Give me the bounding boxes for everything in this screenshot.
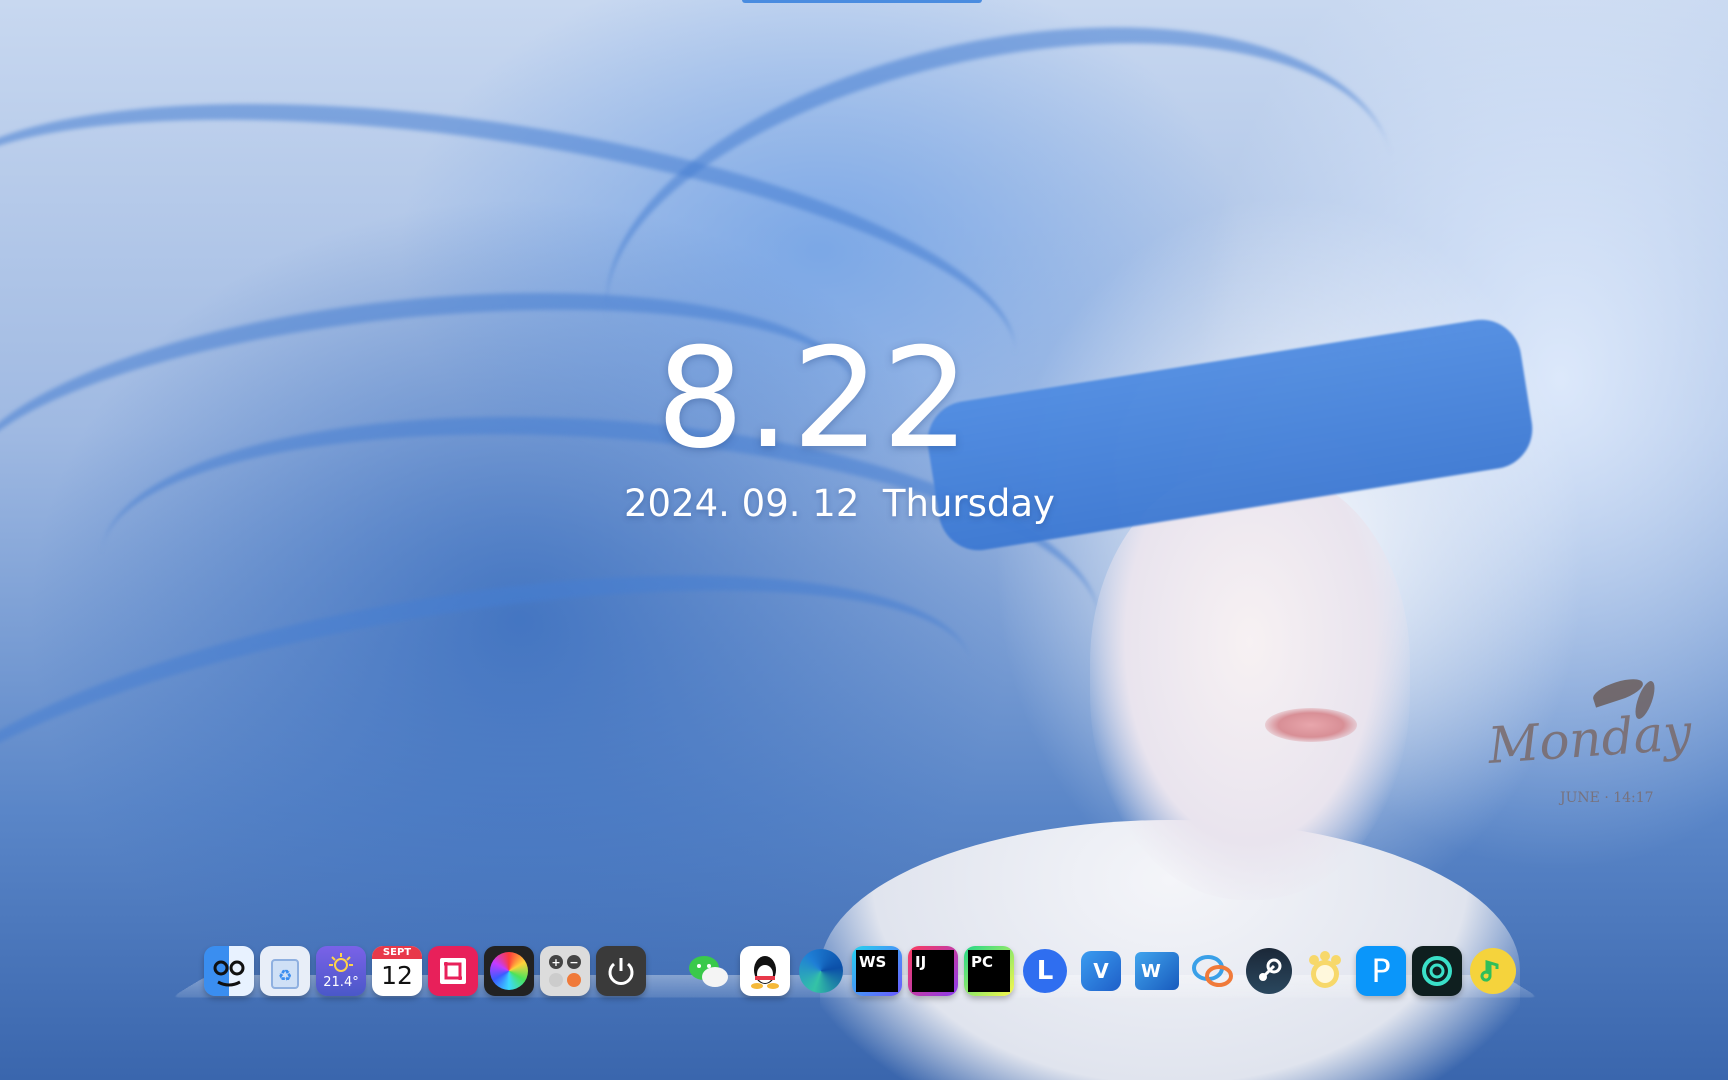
- widget-subtitle: JUNE · 14:17: [1560, 790, 1654, 806]
- svg-text:+: +: [551, 956, 560, 969]
- lark-label: L: [1036, 956, 1054, 986]
- lark-icon[interactable]: L: [1020, 946, 1070, 996]
- chat-icon[interactable]: [1188, 946, 1238, 996]
- clock-date: 2024. 09. 12 Thursday: [624, 482, 1055, 525]
- lips: [1265, 708, 1357, 742]
- dock: ♻ 21.4° SEPT 12 + − WS IJ PC L V W P: [204, 946, 1524, 1002]
- color-wheel-icon[interactable]: [484, 946, 534, 996]
- day-widget: Monday JUNE · 14:17: [1480, 674, 1693, 810]
- pixiv-label: P: [1371, 952, 1391, 990]
- qq-music-icon[interactable]: [1468, 946, 1518, 996]
- pycharm-icon[interactable]: PC: [964, 946, 1014, 996]
- wechat-icon[interactable]: [684, 946, 734, 996]
- crop-icon[interactable]: [428, 946, 478, 996]
- svg-text:−: −: [569, 956, 578, 969]
- word-label: W: [1141, 960, 1161, 982]
- chatgpt-icon[interactable]: [1412, 946, 1462, 996]
- pixiv-icon[interactable]: P: [1356, 946, 1406, 996]
- baidu-netdisk-icon[interactable]: [1300, 946, 1350, 996]
- svg-text:♻: ♻: [278, 966, 292, 985]
- wallpaper: [0, 0, 1728, 1080]
- face: [1090, 470, 1410, 900]
- finder-icon[interactable]: [204, 946, 254, 996]
- vscode-icon[interactable]: V: [1076, 946, 1126, 996]
- edge-icon[interactable]: [796, 946, 846, 996]
- intellij-icon[interactable]: IJ: [908, 946, 958, 996]
- calendar-day: 12: [381, 961, 413, 990]
- steam-icon[interactable]: [1244, 946, 1294, 996]
- webstorm-icon[interactable]: WS: [852, 946, 902, 996]
- clock-time: 8.22: [656, 318, 972, 479]
- weather-icon[interactable]: 21.4°: [316, 946, 366, 996]
- calendar-icon[interactable]: SEPT 12: [372, 946, 422, 996]
- intellij-label: IJ: [915, 953, 927, 971]
- widget-day: Monday: [1486, 702, 1694, 776]
- calendar-month: SEPT: [372, 946, 422, 959]
- top-indicator: [742, 0, 982, 3]
- power-icon[interactable]: [596, 946, 646, 996]
- calculator-icon[interactable]: + −: [540, 946, 590, 996]
- vscode-label: V: [1093, 959, 1109, 983]
- qq-icon[interactable]: [740, 946, 790, 996]
- webstorm-label: WS: [859, 953, 887, 971]
- word-icon[interactable]: W: [1132, 946, 1182, 996]
- recycle-bin-icon[interactable]: ♻: [260, 946, 310, 996]
- weather-temp: 21.4°: [323, 974, 359, 990]
- pycharm-label: PC: [971, 953, 994, 971]
